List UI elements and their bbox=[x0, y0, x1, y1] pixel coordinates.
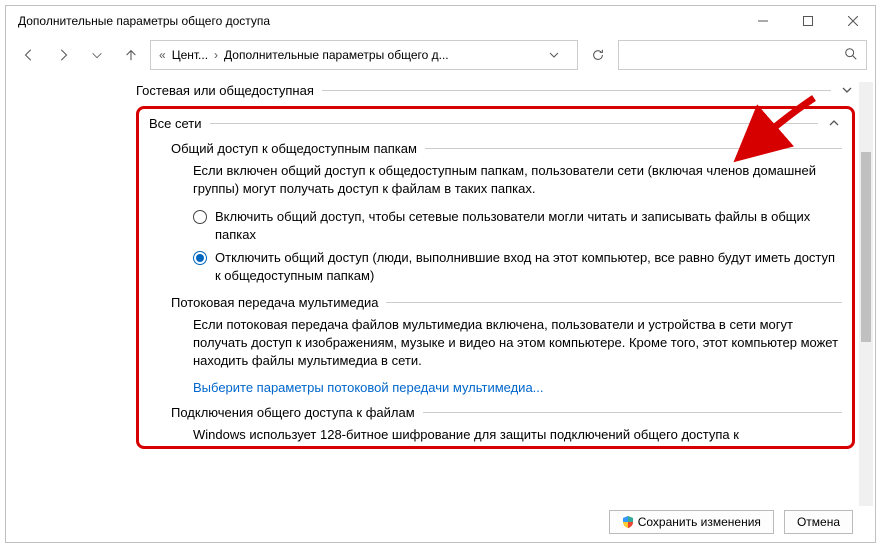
save-button[interactable]: Сохранить изменения bbox=[609, 510, 774, 534]
shield-icon bbox=[622, 516, 634, 528]
divider bbox=[386, 302, 842, 303]
section-label: Гостевая или общедоступная bbox=[136, 83, 314, 98]
recent-dropdown-icon[interactable] bbox=[82, 40, 112, 70]
scroll-thumb[interactable] bbox=[861, 152, 871, 342]
subsection-file-connections: Подключения общего доступа к файлам bbox=[171, 405, 842, 420]
window-title: Дополнительные параметры общего доступа bbox=[18, 14, 270, 28]
breadcrumb-item[interactable]: Цент... bbox=[172, 48, 208, 62]
description-text: Windows использует 128-битное шифрование… bbox=[193, 426, 842, 444]
window-frame: Дополнительные параметры общего доступа … bbox=[5, 5, 876, 543]
divider bbox=[423, 412, 842, 413]
breadcrumb-root-icon: « bbox=[159, 48, 166, 62]
radio-icon bbox=[193, 210, 207, 224]
address-bar[interactable]: « Цент... › Дополнительные параметры общ… bbox=[150, 40, 578, 70]
search-box[interactable] bbox=[618, 40, 867, 70]
content-area: Гостевая или общедоступная Все сети Общи… bbox=[6, 74, 875, 508]
window-controls bbox=[740, 6, 875, 36]
subsection-heading: Потоковая передача мультимедиа bbox=[171, 295, 378, 310]
button-label: Сохранить изменения bbox=[638, 515, 761, 529]
radio-label: Включить общий доступ, чтобы сетевые пол… bbox=[215, 208, 842, 243]
radio-disable-sharing[interactable]: Отключить общий доступ (люди, выполнивши… bbox=[193, 249, 842, 284]
subsection-heading: Общий доступ к общедоступным папкам bbox=[171, 141, 417, 156]
subsection-public-folders: Общий доступ к общедоступным папкам bbox=[171, 141, 842, 156]
refresh-button[interactable] bbox=[582, 40, 614, 70]
chevron-down-icon[interactable] bbox=[839, 82, 855, 98]
titlebar: Дополнительные параметры общего доступа bbox=[6, 6, 875, 36]
maximize-button[interactable] bbox=[785, 6, 830, 36]
radio-icon bbox=[193, 251, 207, 265]
back-button[interactable] bbox=[14, 40, 44, 70]
button-label: Отмена bbox=[797, 515, 840, 529]
radio-label: Отключить общий доступ (люди, выполнивши… bbox=[215, 249, 842, 284]
media-streaming-link[interactable]: Выберите параметры потоковой передачи му… bbox=[193, 380, 842, 395]
search-input[interactable] bbox=[627, 48, 844, 62]
section-guest[interactable]: Гостевая или общедоступная bbox=[136, 82, 855, 98]
search-icon[interactable] bbox=[844, 47, 858, 64]
close-button[interactable] bbox=[830, 6, 875, 36]
address-dropdown-icon[interactable] bbox=[539, 50, 569, 60]
subsection-heading: Подключения общего доступа к файлам bbox=[171, 405, 415, 420]
cancel-button[interactable]: Отмена bbox=[784, 510, 853, 534]
subsection-media-streaming: Потоковая передача мультимедиа bbox=[171, 295, 842, 310]
divider bbox=[322, 90, 831, 91]
radio-enable-sharing[interactable]: Включить общий доступ, чтобы сетевые пол… bbox=[193, 208, 842, 243]
divider bbox=[210, 123, 818, 124]
scrollbar[interactable] bbox=[859, 82, 873, 506]
navigation-bar: « Цент... › Дополнительные параметры общ… bbox=[6, 36, 875, 74]
chevron-up-icon[interactable] bbox=[826, 115, 842, 131]
description-text: Если включен общий доступ к общедоступны… bbox=[193, 162, 842, 198]
minimize-button[interactable] bbox=[740, 6, 785, 36]
forward-button[interactable] bbox=[48, 40, 78, 70]
description-text: Если потоковая передача файлов мультимед… bbox=[193, 316, 842, 371]
up-button[interactable] bbox=[116, 40, 146, 70]
divider bbox=[425, 148, 842, 149]
radio-group-public-sharing: Включить общий доступ, чтобы сетевые пол… bbox=[193, 208, 842, 284]
section-all-networks[interactable]: Все сети bbox=[149, 115, 842, 131]
footer-buttons: Сохранить изменения Отмена bbox=[6, 508, 875, 542]
highlight-annotation: Все сети Общий доступ к общедоступным па… bbox=[136, 106, 855, 449]
chevron-right-icon: › bbox=[214, 48, 218, 62]
breadcrumb-item[interactable]: Дополнительные параметры общего д... bbox=[224, 48, 449, 62]
section-label: Все сети bbox=[149, 116, 202, 131]
